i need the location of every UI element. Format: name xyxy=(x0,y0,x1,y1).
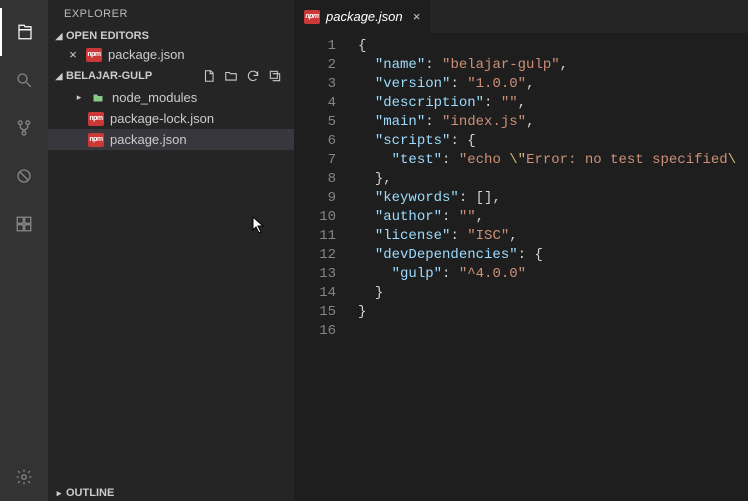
file-row[interactable]: npm package-lock.json xyxy=(48,108,294,129)
search-icon[interactable] xyxy=(0,56,48,104)
settings-gear-icon[interactable] xyxy=(0,453,48,501)
code-editor[interactable]: 12345678910111213141516 { "name": "belaj… xyxy=(294,33,748,501)
outline-header[interactable]: ▸ OUTLINE xyxy=(48,485,294,501)
folder-icon xyxy=(90,91,106,105)
sidebar-title: EXPLORER xyxy=(48,0,294,28)
code-content[interactable]: { "name": "belajar-gulp", "version": "1.… xyxy=(358,33,748,501)
file-label: package-lock.json xyxy=(110,111,214,126)
activity-bar xyxy=(0,0,48,501)
source-control-icon[interactable] xyxy=(0,104,48,152)
tab-bar: npm package.json × xyxy=(294,0,748,33)
explorer-sidebar: EXPLORER ◢ OPEN EDITORS × npm package.js… xyxy=(48,0,294,501)
collapse-all-icon[interactable] xyxy=(266,67,284,85)
chevron-down-icon: ◢ xyxy=(52,31,66,42)
tab-label: package.json xyxy=(326,9,403,24)
file-label: package.json xyxy=(110,132,187,147)
chevron-down-icon: ◢ xyxy=(52,71,66,82)
debug-icon[interactable] xyxy=(0,152,48,200)
npm-file-icon: npm xyxy=(88,112,104,126)
open-editor-item[interactable]: × npm package.json xyxy=(48,44,294,65)
npm-file-icon: npm xyxy=(88,133,104,147)
chevron-right-icon: ▸ xyxy=(52,488,66,499)
file-label: node_modules xyxy=(112,90,197,105)
open-editors-header[interactable]: ◢ OPEN EDITORS xyxy=(48,28,294,44)
folder-row[interactable]: ▸ node_modules xyxy=(48,87,294,108)
refresh-icon[interactable] xyxy=(244,67,262,85)
new-file-icon[interactable] xyxy=(200,67,218,85)
close-icon[interactable]: × xyxy=(409,9,421,24)
close-icon[interactable]: × xyxy=(66,47,80,62)
editor-tab[interactable]: npm package.json × xyxy=(294,0,431,33)
extensions-icon[interactable] xyxy=(0,200,48,248)
open-editor-label: package.json xyxy=(108,47,185,62)
npm-file-icon: npm xyxy=(86,48,102,62)
new-folder-icon[interactable] xyxy=(222,67,240,85)
file-row[interactable]: npm package.json xyxy=(48,129,294,150)
project-header[interactable]: ◢ BELAJAR-GULP xyxy=(48,65,294,87)
editor-area: npm package.json × 123456789101112131415… xyxy=(294,0,748,501)
npm-file-icon: npm xyxy=(304,10,320,24)
line-number-gutter: 12345678910111213141516 xyxy=(294,33,358,501)
chevron-right-icon: ▸ xyxy=(74,92,84,103)
explorer-icon[interactable] xyxy=(0,8,48,56)
